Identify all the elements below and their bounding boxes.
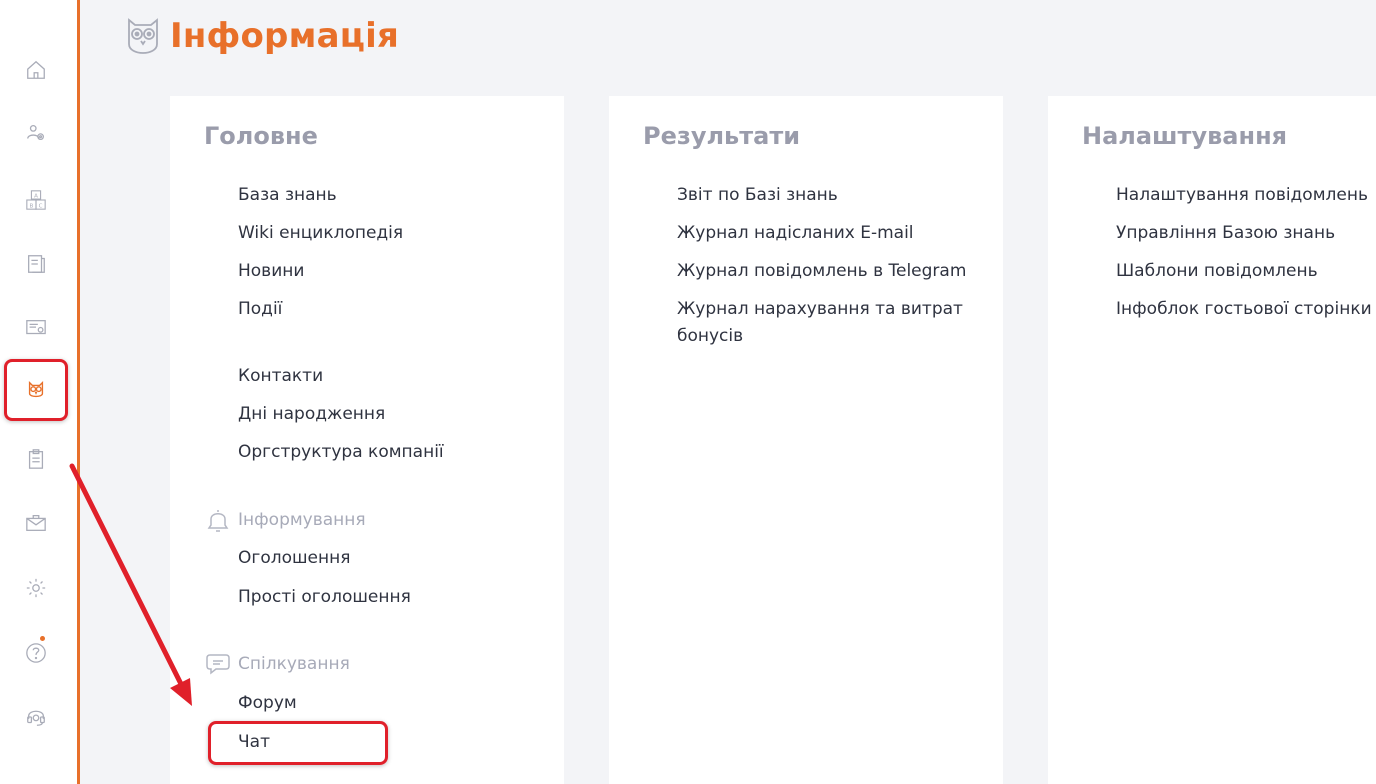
- sidebar-item-certificate[interactable]: [4, 297, 68, 359]
- abc-blocks-icon: AB C: [26, 190, 46, 210]
- card-title-main: Головне: [204, 122, 318, 150]
- link-birthdays[interactable]: Дні народження: [238, 401, 385, 428]
- sidebar-item-users[interactable]: [4, 102, 68, 164]
- link-contacts[interactable]: Контакти: [238, 363, 323, 390]
- sidebar-item-settings[interactable]: [4, 557, 68, 619]
- link-chat[interactable]: Чат: [238, 729, 270, 756]
- link-announcements[interactable]: Оголошення: [238, 545, 350, 572]
- svg-text:B: B: [30, 203, 34, 209]
- card-title-results: Результати: [643, 122, 801, 150]
- chat-bubbles-icon: [206, 654, 230, 675]
- svg-text:C: C: [39, 203, 43, 209]
- link-telegram-log[interactable]: Журнал повідомлень в Telegram: [677, 258, 966, 285]
- link-message-templates[interactable]: Шаблони повідомлень: [1116, 258, 1318, 285]
- sidebar-item-tasks[interactable]: [4, 428, 68, 490]
- sidebar-item-abc[interactable]: ABC: [4, 169, 68, 231]
- sidebar: ABC: [0, 0, 80, 784]
- link-kb-management[interactable]: Управління Базою знань: [1116, 220, 1335, 247]
- notebook-icon: [28, 255, 45, 273]
- link-events[interactable]: Події: [238, 296, 282, 323]
- link-notification-settings[interactable]: Налаштування повідомлень: [1116, 182, 1368, 209]
- section-informing-title: Інформування: [238, 510, 366, 530]
- card-title-settings: Налаштування: [1082, 122, 1288, 150]
- link-wiki[interactable]: Wiki енциклопедія: [238, 220, 403, 247]
- gear-icon: [26, 578, 46, 598]
- section-communication-title: Спілкування: [238, 654, 350, 674]
- notification-dot: [40, 636, 45, 641]
- card-settings: Налаштування Налаштування повідомлень Уп…: [1048, 96, 1376, 784]
- support-icon: [27, 710, 45, 726]
- certificate-icon: [26, 320, 46, 335]
- sidebar-item-help[interactable]: [4, 622, 68, 684]
- section-communication: Спілкування: [204, 650, 350, 678]
- owl-icon: [128, 18, 158, 54]
- link-email-log[interactable]: Журнал надісланих E-mail: [677, 220, 914, 247]
- link-kb-report[interactable]: Звіт по Базі знань: [677, 182, 838, 209]
- link-guest-page-infoblock[interactable]: Інфоблок гостьової сторінки: [1116, 296, 1372, 323]
- clipboard-icon: [28, 449, 44, 469]
- owl-icon: [28, 381, 44, 398]
- link-bonus-log[interactable]: Журнал нарахування та витрат: [677, 296, 963, 323]
- app-root: ABC Інформація Головне База знань Wiki е…: [0, 0, 1376, 784]
- card-results: Результати Звіт по Базі знань Журнал над…: [609, 96, 1003, 784]
- home-icon: [27, 60, 45, 79]
- page-title: Інформація: [170, 16, 399, 56]
- section-informing: Інформування: [204, 506, 366, 534]
- sidebar-item-information[interactable]: [4, 359, 68, 421]
- link-org-structure[interactable]: Оргструктура компанії: [238, 439, 444, 466]
- sidebar-item-support[interactable]: [4, 686, 68, 748]
- sidebar-item-notebook[interactable]: [4, 233, 68, 295]
- link-knowledge-base[interactable]: База знань: [238, 182, 337, 209]
- link-simple-announcements[interactable]: Прості оголошення: [238, 584, 411, 611]
- svg-text:A: A: [34, 193, 38, 199]
- sidebar-item-home[interactable]: [4, 39, 68, 101]
- link-forum[interactable]: Форум: [238, 690, 297, 717]
- help-icon: [26, 643, 46, 663]
- page-header: Інформація: [124, 8, 399, 64]
- card-main: Головне База знань Wiki енциклопедія Нов…: [170, 96, 564, 784]
- users-settings-icon: [27, 125, 44, 141]
- mail-icon: [26, 515, 46, 531]
- bell-icon: [207, 510, 229, 532]
- sidebar-item-mail[interactable]: [4, 492, 68, 554]
- link-news[interactable]: Новини: [238, 258, 304, 285]
- link-bonus-log-continued[interactable]: бонусів: [677, 323, 743, 350]
